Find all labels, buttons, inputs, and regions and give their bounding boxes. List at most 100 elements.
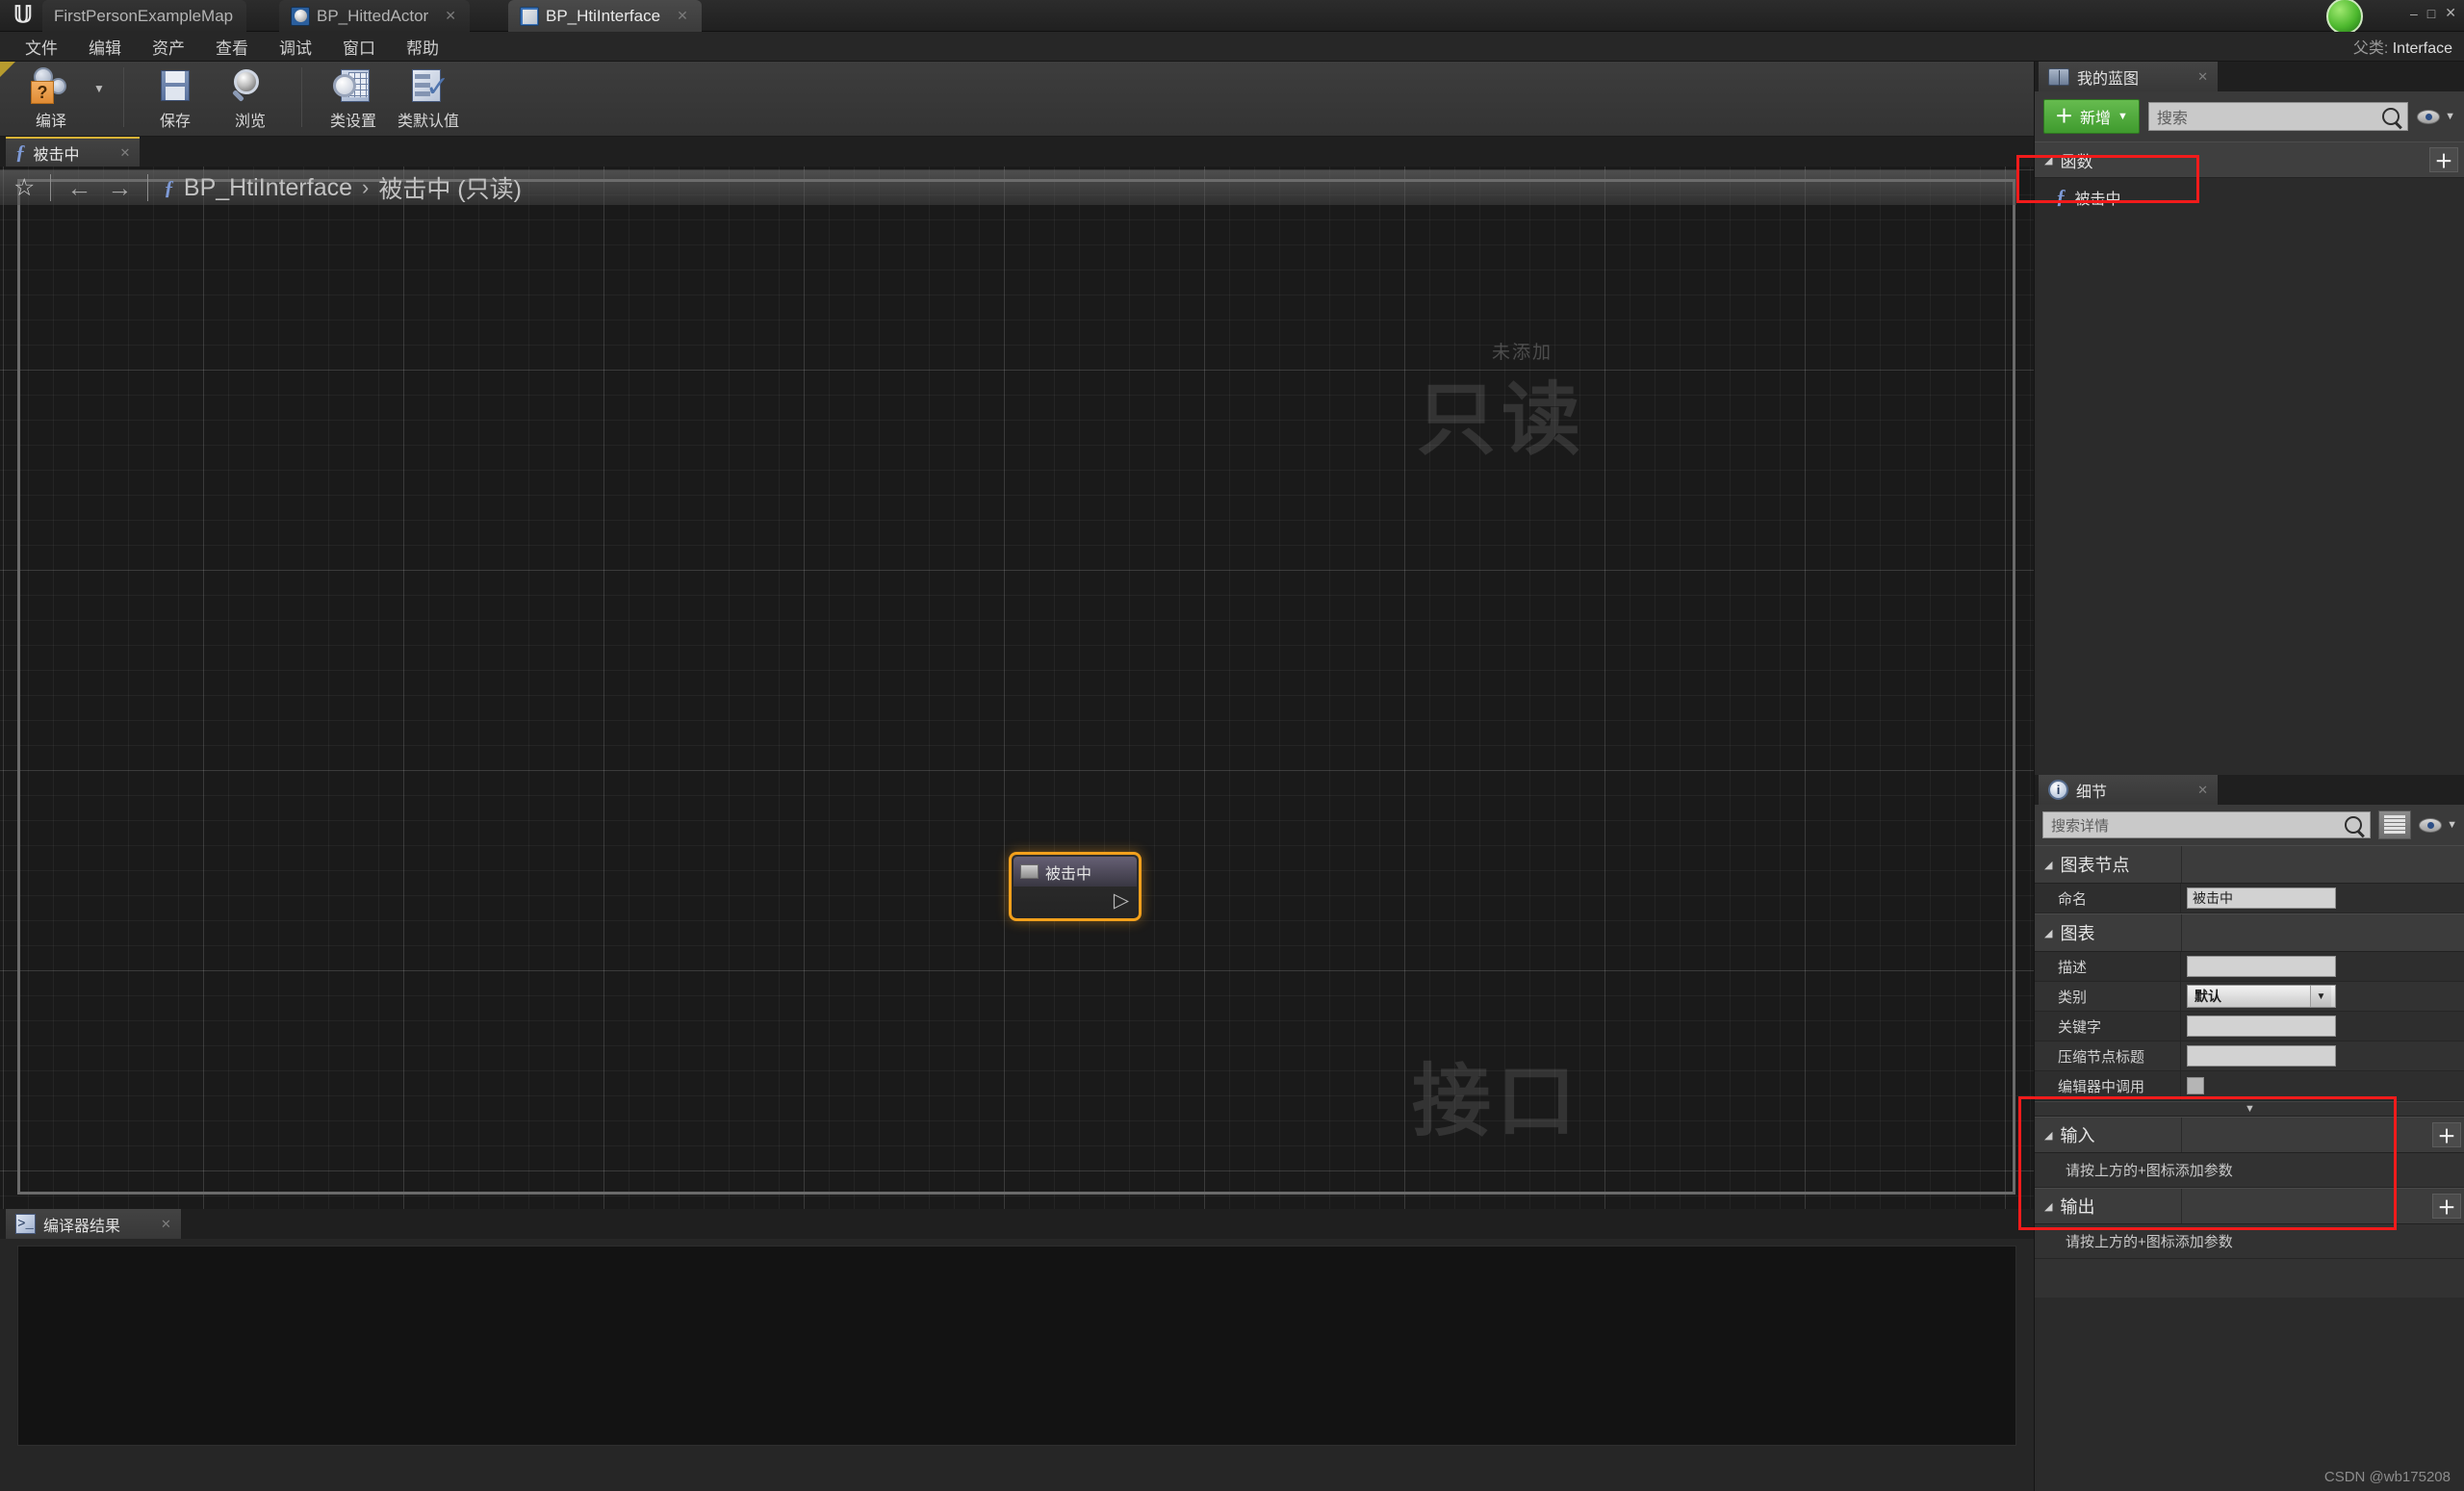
details-splitter[interactable]: ▼ (2035, 1101, 2464, 1117)
list-view-icon[interactable] (2378, 810, 2412, 839)
browse-button[interactable]: 浏览 (213, 62, 288, 131)
browse-icon (228, 67, 272, 105)
class-settings-button[interactable]: 类设置 (316, 62, 391, 131)
close-icon[interactable]: ✕ (445, 8, 456, 24)
compiler-results-log[interactable] (17, 1246, 2016, 1446)
details-search-placeholder: 搜索详情 (2051, 817, 2110, 835)
description-field[interactable] (2187, 956, 2336, 977)
compile-icon: ? (29, 67, 73, 105)
row-label: 描述 (2035, 952, 2181, 981)
save-icon (153, 67, 197, 105)
my-blueprint-tab[interactable]: 我的蓝图 ✕ (2039, 62, 2218, 91)
details-section-graph-node[interactable]: ◢ 图表节点 (2035, 845, 2464, 884)
collapse-triangle-icon[interactable]: ◢ (2044, 1200, 2052, 1213)
details-view-options-button[interactable]: ▼ (2419, 817, 2457, 833)
favorite-star-icon[interactable]: ☆ (13, 173, 35, 202)
menu-item-debug[interactable]: 调试 (266, 31, 325, 63)
class-defaults-icon: ✓ (406, 67, 450, 105)
my-blueprint-view-options-button[interactable]: ▼ (2417, 109, 2455, 124)
parent-class-value[interactable]: Interface (2393, 40, 2452, 57)
collapse-triangle-icon[interactable]: ◢ (2044, 859, 2052, 871)
class-defaults-button[interactable]: ✓ 类默认值 (391, 62, 466, 131)
my-blueprint-search-input[interactable]: 搜索 (2147, 102, 2409, 131)
add-output-parameter-button[interactable]: ＋ (2432, 1194, 2461, 1219)
add-input-parameter-button[interactable]: ＋ (2432, 1122, 2461, 1147)
call-in-editor-checkbox[interactable] (2187, 1077, 2204, 1094)
unreal-blueprint-editor: 𝕌 FirstPersonExampleMap BP_HittedActor ✕… (0, 0, 2464, 1491)
blueprint-node-beijizhong[interactable]: 被击中 ▷ (1009, 852, 1142, 921)
chevron-down-icon: ▼ (2245, 1103, 2255, 1115)
window-tab-bp-htiinterface[interactable]: BP_HtiInterface ✕ (508, 0, 702, 32)
details-row-compact-node-title: 压缩节点标题 (2035, 1041, 2464, 1071)
unreal-status-orb-icon[interactable] (2326, 0, 2363, 35)
close-icon[interactable]: ✕ (2197, 783, 2208, 798)
row-label: 类别 (2035, 982, 2181, 1011)
window-tab-firstpersonexamplemap[interactable]: FirstPersonExampleMap (42, 0, 247, 32)
divider (50, 174, 52, 201)
details-row-name: 命名 被击中 (2035, 884, 2464, 913)
menu-item-help[interactable]: 帮助 (393, 31, 452, 63)
minimize-button[interactable]: – (2410, 6, 2418, 21)
details-tab-label: 细节 (2076, 784, 2108, 801)
compact-node-title-field[interactable] (2187, 1045, 2336, 1067)
category-select[interactable]: 默认 ▼ (2187, 985, 2336, 1008)
close-icon[interactable]: ✕ (677, 8, 688, 24)
back-arrow-icon[interactable]: ← (66, 173, 91, 203)
node-exec-output-pin[interactable]: ▷ (1114, 890, 1129, 911)
collapse-triangle-icon[interactable]: ◢ (2044, 927, 2052, 939)
close-button[interactable]: ✕ (2445, 5, 2456, 21)
details-section-outputs[interactable]: ◢ 输出 ＋ (2035, 1188, 2464, 1224)
details-section-graph[interactable]: ◢ 图表 (2035, 913, 2464, 952)
compile-options-caret-icon[interactable]: ▼ (89, 62, 110, 131)
collapse-triangle-icon[interactable]: ◢ (2044, 154, 2052, 167)
class-defaults-button-label: 类默认值 (397, 114, 459, 130)
row-label: 编辑器中调用 (2035, 1071, 2181, 1100)
close-icon[interactable]: ✕ (2197, 69, 2208, 85)
chevron-down-icon: ▼ (2310, 986, 2331, 1007)
window-tab-label: FirstPersonExampleMap (54, 6, 234, 25)
function-list-item-beijizhong[interactable]: ƒ 被击中 (2035, 178, 2464, 216)
menu-item-view[interactable]: 查看 (202, 31, 262, 63)
blueprint-toolbar: ? 编译 ▼ 保存 浏览 类设置 ✓ 类默认值 (0, 62, 2034, 137)
menu-item-window[interactable]: 窗口 (329, 31, 389, 63)
toolbar-separator (123, 67, 124, 127)
forward-arrow-icon[interactable]: → (107, 173, 132, 203)
menu-item-file[interactable]: 文件 (12, 31, 71, 63)
details-tab[interactable]: i 细节 ✕ (2039, 775, 2218, 805)
inputs-empty-hint: 请按上方的+图标添加参数 (2035, 1153, 2464, 1188)
readonly-watermark-small: 未添加 (1491, 343, 1553, 363)
compiler-results-tab[interactable]: >_ 编译器结果 ✕ (6, 1209, 181, 1239)
function-icon: ƒ (164, 175, 174, 199)
breadcrumb-root[interactable]: BP_HtiInterface (184, 174, 352, 202)
save-button[interactable]: 保存 (138, 62, 213, 131)
function-icon: ƒ (2056, 185, 2066, 208)
details-section-inputs[interactable]: ◢ 输入 ＋ (2035, 1117, 2464, 1153)
toolbar-group-class: 类设置 ✓ 类默认值 (308, 62, 474, 137)
details-tab-strip: i 细节 ✕ (2035, 775, 2464, 805)
menu-item-asset[interactable]: 资产 (139, 31, 198, 63)
search-icon (2382, 108, 2400, 125)
collapse-triangle-icon[interactable]: ◢ (2044, 1129, 2052, 1142)
unreal-logo-icon: 𝕌 (13, 3, 33, 28)
close-icon[interactable]: ✕ (120, 145, 131, 161)
menu-item-edit[interactable]: 编辑 (75, 31, 135, 63)
graph-tab-beijizhong[interactable]: ƒ 被击中 ✕ (6, 137, 141, 167)
maximize-button[interactable]: □ (2427, 6, 2435, 21)
compile-button[interactable]: ? 编译 (13, 62, 89, 131)
keywords-field[interactable] (2187, 1015, 2336, 1037)
console-icon: >_ (15, 1214, 36, 1234)
my-blueprint-category-functions[interactable]: ◢ 函数 ＋ (2035, 141, 2464, 178)
function-list-item-label: 被击中 (2074, 191, 2121, 208)
name-field[interactable]: 被击中 (2187, 887, 2336, 909)
add-function-button[interactable]: ＋ (2429, 147, 2458, 172)
close-icon[interactable]: ✕ (161, 1217, 171, 1232)
window-tab-bp-hittedactor[interactable]: BP_HittedActor ✕ (279, 0, 470, 32)
blueprint-graph-canvas[interactable]: 只读 未添加 接口 被击中 ▷ (0, 167, 2034, 1209)
details-search-input[interactable]: 搜索详情 (2042, 811, 2372, 838)
section-title: 图表 (2060, 924, 2095, 943)
details-icon: i (2048, 780, 2068, 800)
add-new-button[interactable]: ＋ 新增 ▼ (2043, 99, 2140, 134)
class-settings-icon (331, 67, 375, 105)
details-row-description: 描述 (2035, 952, 2464, 982)
section-title: 图表节点 (2060, 856, 2130, 875)
